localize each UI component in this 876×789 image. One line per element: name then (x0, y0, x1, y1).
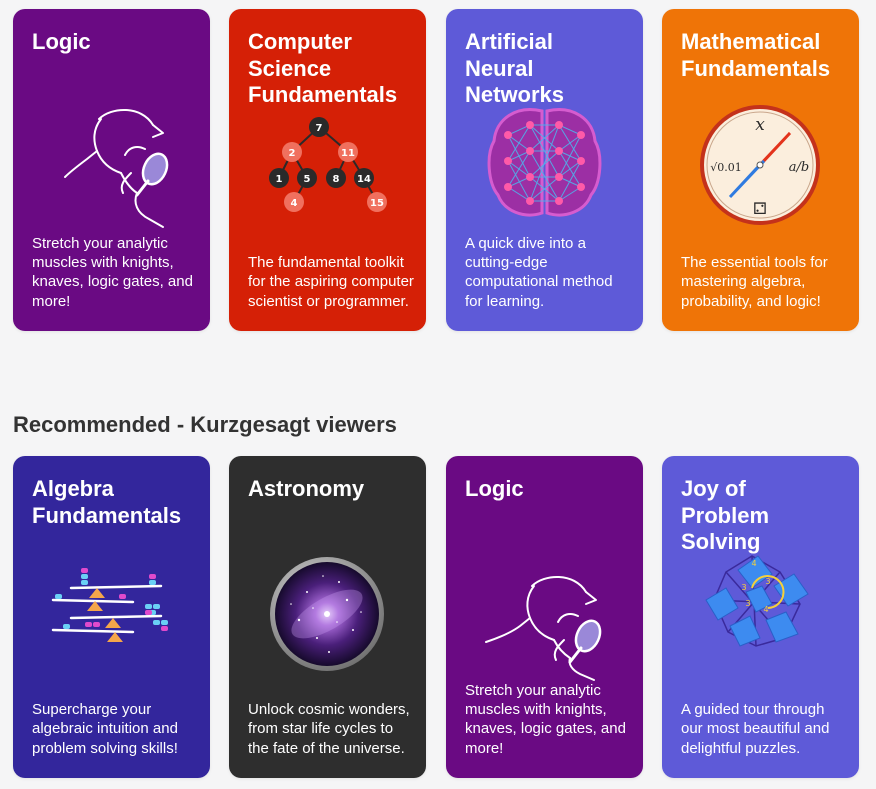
course-description: Stretch your analytic muscles with knigh… (465, 681, 626, 757)
course-card-logic-recommended[interactable]: Logic Stretch your analytic muscles with… (446, 456, 643, 778)
course-description: A quick dive into a cutting-edge computa… (465, 234, 613, 310)
course-card-algebra-fundamentals[interactable]: Algebra Fundamentals Supercharge your al… (13, 456, 210, 778)
tree-node-label: 8 (333, 174, 340, 185)
puzzle-angle-label: 3 (745, 599, 750, 608)
course-description: Stretch your analytic muscles with knigh… (32, 234, 193, 310)
course-description: The fundamental toolkit for the aspiring… (248, 254, 414, 310)
course-title: Logic (32, 29, 91, 54)
course-card-logic[interactable]: Logic Stretch your analytic muscles with… (13, 9, 210, 331)
compass-label-x: x (755, 115, 765, 135)
compass-label-fraction: a/b (789, 160, 809, 175)
course-card-astronomy[interactable]: Astronomy Unlock cosmic wonders, from st… (229, 456, 426, 778)
tree-node-label: 4 (291, 198, 298, 209)
sherlock-magnifier-icon (64, 108, 169, 228)
tree-node-label: 14 (357, 174, 371, 185)
course-card-joy-of-problem-solving[interactable]: Joy of Problem Solving 4 3 3 3 4 A guide… (662, 456, 859, 778)
tree-node-label: 7 (316, 123, 323, 134)
course-description: A guided tour through our most beautiful… (681, 701, 830, 757)
tree-node-label: 11 (341, 148, 355, 159)
tree-node-label: 2 (289, 148, 296, 159)
sherlock-magnifier-icon (485, 575, 602, 681)
course-title: Logic (465, 476, 524, 501)
recommended-section-heading: Recommended - Kurzgesagt viewers (13, 412, 397, 437)
puzzle-angle-label: 3 (741, 583, 746, 592)
tree-node-label: 5 (304, 174, 311, 185)
tiling-puzzle-icon: 4 3 3 3 4 (705, 555, 809, 647)
tree-node-label: 15 (370, 198, 384, 209)
puzzle-angle-label: 4 (763, 605, 768, 614)
course-card-computer-science-fundamentals[interactable]: Computer Science Fundamentals 7 2 11 1 5… (229, 9, 426, 331)
course-description: The essential tools for mastering algebr… (681, 254, 828, 310)
course-catalog-page: Logic Stretch your analytic muscles with… (0, 0, 876, 789)
balance-scale-icon (51, 568, 168, 642)
binary-tree-icon: 7 2 11 1 5 8 14 4 15 (269, 117, 387, 212)
course-card-mathematical-fundamentals[interactable]: Mathematical Fundamentals x √0.01 a/b ⚁ … (662, 9, 859, 331)
course-description: Unlock cosmic wonders, from star life cy… (248, 701, 410, 757)
course-card-artificial-neural-networks[interactable]: Artificial Neural Networks A quick dive … (446, 9, 643, 331)
puzzle-angle-label: 4 (751, 559, 756, 568)
galaxy-lens-icon (270, 557, 384, 671)
math-compass-icon: x √0.01 a/b ⚁ (700, 105, 820, 225)
puzzle-angle-label: 3 (765, 577, 770, 586)
neural-brain-icon (487, 108, 602, 217)
course-title: Mathematical Fundamentals (681, 29, 831, 81)
course-description: Supercharge your algebraic intuition and… (32, 701, 178, 757)
course-title: Astronomy (248, 476, 365, 501)
tree-node-label: 1 (276, 174, 283, 185)
compass-label-root: √0.01 (710, 161, 742, 174)
compass-label-dice: ⚁ (753, 199, 767, 218)
course-title: Algebra Fundamentals (32, 476, 182, 528)
